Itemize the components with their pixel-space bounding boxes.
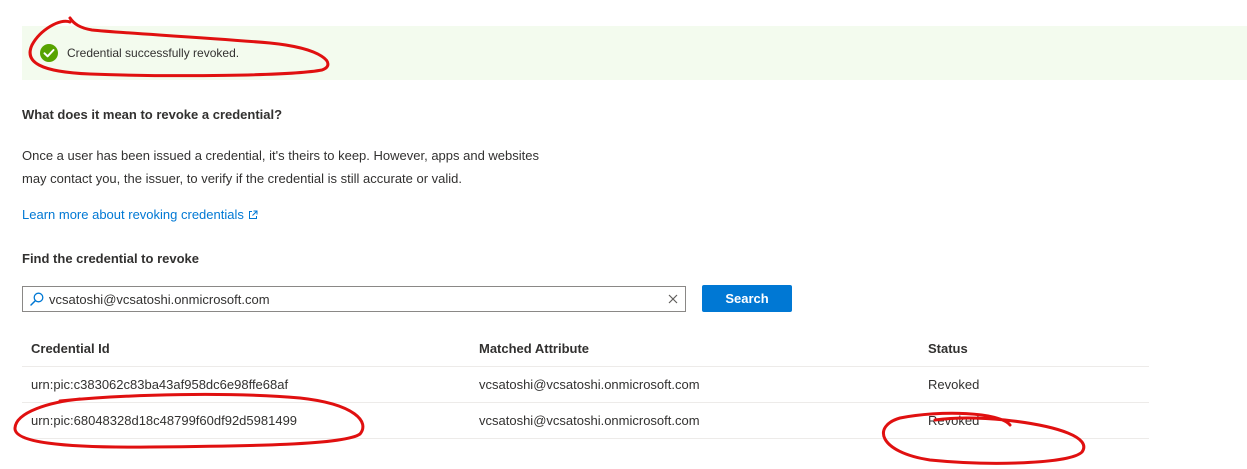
external-link-icon [248, 210, 258, 219]
table-row[interactable]: urn:pic:c383062c83ba43af958dc6e98ffe68af… [22, 367, 1149, 403]
column-header-matched-attribute[interactable]: Matched Attribute [479, 330, 589, 366]
paragraph-line: Once a user has been issued a credential… [22, 148, 539, 163]
table-row[interactable]: urn:pic:68048328d18c48799f60df92d5981499… [22, 403, 1149, 439]
search-input[interactable] [49, 287, 649, 311]
search-box [22, 286, 686, 312]
clear-icon[interactable] [667, 293, 679, 305]
paragraph-line: may contact you, the issuer, to verify i… [22, 171, 463, 186]
matched-attribute-cell: vcsatoshi@vcsatoshi.onmicrosoft.com [479, 413, 700, 428]
status-cell: Revoked [928, 377, 980, 392]
table-header-row: Credential Id Matched Attribute Status [22, 330, 1149, 367]
column-header-status[interactable]: Status [928, 330, 968, 366]
learn-more-label: Learn more about revoking credentials [22, 207, 244, 222]
search-button[interactable]: Search [702, 285, 792, 312]
matched-attribute-cell: vcsatoshi@vcsatoshi.onmicrosoft.com [479, 377, 700, 392]
column-header-credential-id[interactable]: Credential Id [31, 330, 110, 366]
search-icon [30, 292, 44, 306]
revoke-info-heading: What does it mean to revoke a credential… [22, 107, 283, 122]
find-credential-heading: Find the credential to revoke [22, 251, 199, 266]
credential-id-cell: urn:pic:c383062c83ba43af958dc6e98ffe68af [31, 377, 289, 392]
results-table: Credential Id Matched Attribute Status u… [22, 330, 1149, 439]
checkmark-circle-icon [40, 44, 58, 62]
success-banner: Credential successfully revoked. [22, 26, 1247, 80]
status-cell: Revoked [928, 413, 980, 428]
learn-more-link[interactable]: Learn more about revoking credentials [22, 207, 258, 222]
credential-id-cell: urn:pic:68048328d18c48799f60df92d5981499 [31, 413, 298, 428]
revoke-info-paragraph: Once a user has been issued a credential… [22, 144, 622, 190]
banner-message: Credential successfully revoked. [67, 46, 240, 60]
